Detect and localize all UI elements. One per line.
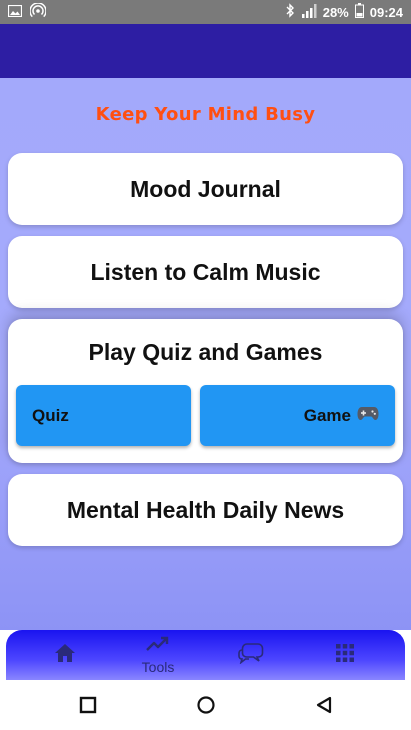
mood-journal-card[interactable]: Mood Journal <box>8 153 403 225</box>
battery-percent: 28% <box>322 4 349 20</box>
daily-news-label: Mental Health Daily News <box>66 496 345 523</box>
square-icon <box>79 696 97 719</box>
grid-menu-icon <box>336 643 354 667</box>
game-button[interactable]: Game <box>200 385 395 446</box>
back-triangle-icon <box>315 696 333 719</box>
page-tagline: Keep Your Mind Busy <box>95 104 316 125</box>
battery-icon <box>354 3 364 21</box>
trending-up-icon <box>146 636 170 657</box>
nav-menu[interactable] <box>300 630 390 680</box>
nav-home[interactable] <box>20 630 110 680</box>
circle-icon <box>196 695 216 720</box>
calm-music-card[interactable]: Listen to Calm Music <box>8 236 403 308</box>
quiz-games-card: Play Quiz and Games Quiz Game <box>8 319 403 463</box>
status-bar: 28% 09:24 <box>0 0 411 24</box>
home-icon <box>54 643 76 668</box>
back-button[interactable] <box>312 695 336 719</box>
image-icon <box>7 4 23 20</box>
hotspot-icon <box>29 1 47 22</box>
gamepad-icon <box>357 405 379 426</box>
nav-chat[interactable] <box>206 630 296 680</box>
game-button-label: Game <box>303 405 351 425</box>
chat-icon <box>238 642 264 669</box>
calm-music-label: Listen to Calm Music <box>90 258 321 285</box>
quiz-button-label: Quiz <box>32 405 69 425</box>
recent-apps-button[interactable] <box>76 695 100 719</box>
system-home-button[interactable] <box>194 695 218 719</box>
clock: 09:24 <box>369 4 403 20</box>
signal-icon <box>301 3 317 21</box>
bottom-nav: Tools <box>6 630 405 680</box>
bluetooth-icon <box>285 3 295 21</box>
daily-news-card[interactable]: Mental Health Daily News <box>8 474 403 546</box>
system-nav-bar <box>0 680 411 730</box>
app-bar <box>0 24 411 78</box>
mood-journal-label: Mood Journal <box>130 175 281 202</box>
nav-tools[interactable]: Tools <box>113 630 203 680</box>
quiz-button[interactable]: Quiz <box>16 385 191 446</box>
quiz-games-title: Play Quiz and Games <box>88 339 323 365</box>
nav-tools-label: Tools <box>141 658 175 675</box>
